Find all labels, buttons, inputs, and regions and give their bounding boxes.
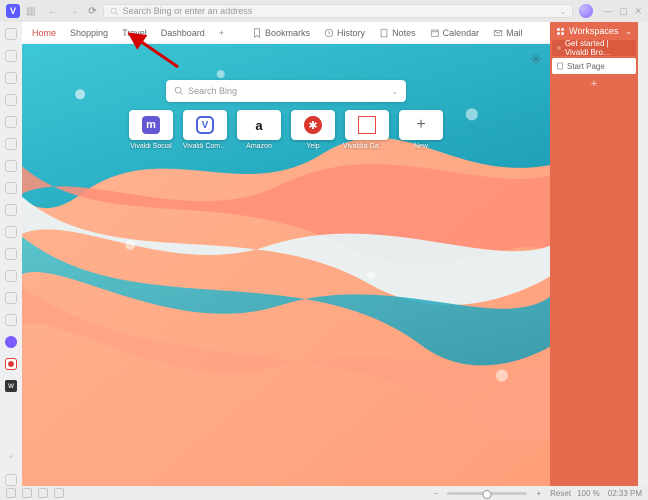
nav-link-dashboard[interactable]: Dashboard [161, 28, 205, 38]
gear-icon [556, 44, 562, 52]
workspaces-title: Workspaces [569, 26, 618, 36]
tile-label: Vivaldi Com… [183, 143, 227, 150]
tile-label: Yelp [306, 143, 319, 150]
minimize-button[interactable]: — [603, 6, 612, 16]
search-engine-dropdown-icon[interactable]: ⌄ [391, 87, 398, 96]
workspace-tab[interactable]: Get started | Vivaldi Bro… [552, 40, 636, 56]
rail-icon[interactable] [5, 28, 17, 40]
clock: 02:33 PM [608, 489, 642, 498]
workspace-tab-active[interactable]: Start Page [552, 58, 636, 74]
status-bar: − + Reset 100 % 02:33 PM [0, 486, 648, 500]
workspace-add-button[interactable]: + [550, 78, 638, 90]
profile-avatar[interactable] [579, 4, 593, 18]
rail-icon[interactable] [5, 50, 17, 62]
rail-settings-icon[interactable] [5, 474, 17, 486]
rail-icon[interactable] [5, 270, 17, 282]
nav-link-shopping[interactable]: Shopping [70, 28, 108, 38]
bookmark-bar: Home Shopping Travel Dashboard + Bookmar… [22, 22, 550, 44]
speed-dial-add-tile[interactable]: + New [397, 110, 445, 150]
rail-icon[interactable] [5, 116, 17, 128]
plus-icon: + [399, 110, 443, 140]
status-icon[interactable] [54, 488, 64, 498]
speed-dial-tile[interactable]: ✱ Yelp [289, 110, 337, 150]
amazon-icon: a [255, 118, 262, 133]
startpage-settings-icon[interactable] [530, 52, 542, 70]
tile-label: Amazon [246, 143, 272, 150]
rail-web-panel-icon[interactable]: w [5, 380, 17, 392]
start-page: Search Bing ⌄ m Vivaldi Social V Vivaldi… [22, 44, 550, 486]
search-icon [110, 7, 119, 16]
address-bar[interactable]: Search Bing or enter an address ⌄ [103, 4, 574, 18]
nav-link-home[interactable]: Home [32, 28, 56, 38]
title-bar: V ▥ ← → ⟳ Search Bing or enter an addres… [0, 0, 648, 22]
address-dropdown-icon[interactable]: ⌄ [560, 7, 567, 16]
nav-bookmarks[interactable]: Bookmarks [252, 28, 310, 38]
nav-calendar[interactable]: Calendar [430, 28, 480, 38]
forward-button[interactable]: → [68, 6, 78, 17]
workspaces-header[interactable]: Workspaces ⌄ [550, 22, 638, 40]
workspaces-panel: Workspaces ⌄ Get started | Vivaldi Bro… … [550, 22, 638, 486]
page-icon [556, 62, 564, 70]
tile-label: Vivaldia Games [343, 143, 391, 150]
nav-arrows: ← → [43, 6, 82, 17]
speed-dial-tile[interactable]: a Amazon [235, 110, 283, 150]
right-gutter [638, 22, 648, 486]
panel-toggle-icon[interactable]: ▥ [26, 6, 35, 17]
nav-link-travel[interactable]: Travel [122, 28, 147, 38]
rail-web-panel-icon[interactable] [5, 358, 17, 370]
app-logo-icon: V [6, 4, 20, 18]
rail-icon[interactable] [5, 138, 17, 150]
speed-dial-search-placeholder: Search Bing [188, 86, 237, 96]
speed-dial-grid: m Vivaldi Social V Vivaldi Com… a Amazon… [127, 110, 445, 150]
tile-label: New [414, 143, 428, 150]
status-icon[interactable] [6, 488, 16, 498]
zoom-in-button[interactable]: + [536, 489, 541, 498]
speed-dial-search[interactable]: Search Bing ⌄ [166, 80, 406, 102]
yelp-icon: ✱ [304, 116, 322, 134]
speed-dial-tile[interactable]: V Vivaldi Com… [181, 110, 229, 150]
zoom-reset-button[interactable]: Reset [550, 489, 571, 498]
zoom-out-button[interactable]: − [434, 489, 439, 498]
panel-rail: w + [0, 22, 22, 486]
status-icon[interactable] [38, 488, 48, 498]
nav-add-button[interactable]: + [219, 28, 224, 38]
rail-icon[interactable] [5, 72, 17, 84]
workspace-tab-label: Get started | Vivaldi Bro… [565, 39, 632, 57]
mastodon-icon: m [142, 116, 160, 134]
rail-web-panel-icon[interactable] [5, 336, 17, 348]
nav-history[interactable]: History [324, 28, 365, 38]
back-button[interactable]: ← [47, 6, 57, 17]
nav-mail[interactable]: Mail [493, 28, 523, 38]
rail-icon[interactable] [5, 94, 17, 106]
tile-label: Vivaldi Social [130, 143, 172, 150]
vivaldia-icon [358, 116, 376, 134]
workspaces-icon [556, 27, 565, 36]
maximize-button[interactable]: ▢ [619, 6, 628, 16]
rail-add-panel-icon[interactable]: + [5, 452, 17, 464]
workspace-tab-label: Start Page [567, 62, 605, 71]
rail-icon[interactable] [5, 160, 17, 172]
window-controls: — ▢ ✕ [599, 6, 642, 17]
rail-icon[interactable] [5, 204, 17, 216]
status-icon[interactable] [22, 488, 32, 498]
zoom-slider[interactable] [447, 492, 527, 495]
rail-icon[interactable] [5, 292, 17, 304]
speed-dial-tile[interactable]: Vivaldia Games [343, 110, 391, 150]
nav-notes[interactable]: Notes [379, 28, 416, 38]
address-placeholder: Search Bing or enter an address [123, 6, 253, 16]
vivaldi-icon: V [196, 116, 214, 134]
rail-icon[interactable] [5, 248, 17, 260]
speed-dial-tile[interactable]: m Vivaldi Social [127, 110, 175, 150]
search-icon [174, 86, 184, 96]
rail-icon[interactable] [5, 314, 17, 326]
rail-icon[interactable] [5, 226, 17, 238]
chevron-down-icon: ⌄ [625, 27, 632, 36]
zoom-value: 100 % [577, 489, 600, 498]
rail-icon[interactable] [5, 182, 17, 194]
close-button[interactable]: ✕ [634, 6, 642, 16]
reload-button[interactable]: ⟳ [88, 6, 96, 17]
